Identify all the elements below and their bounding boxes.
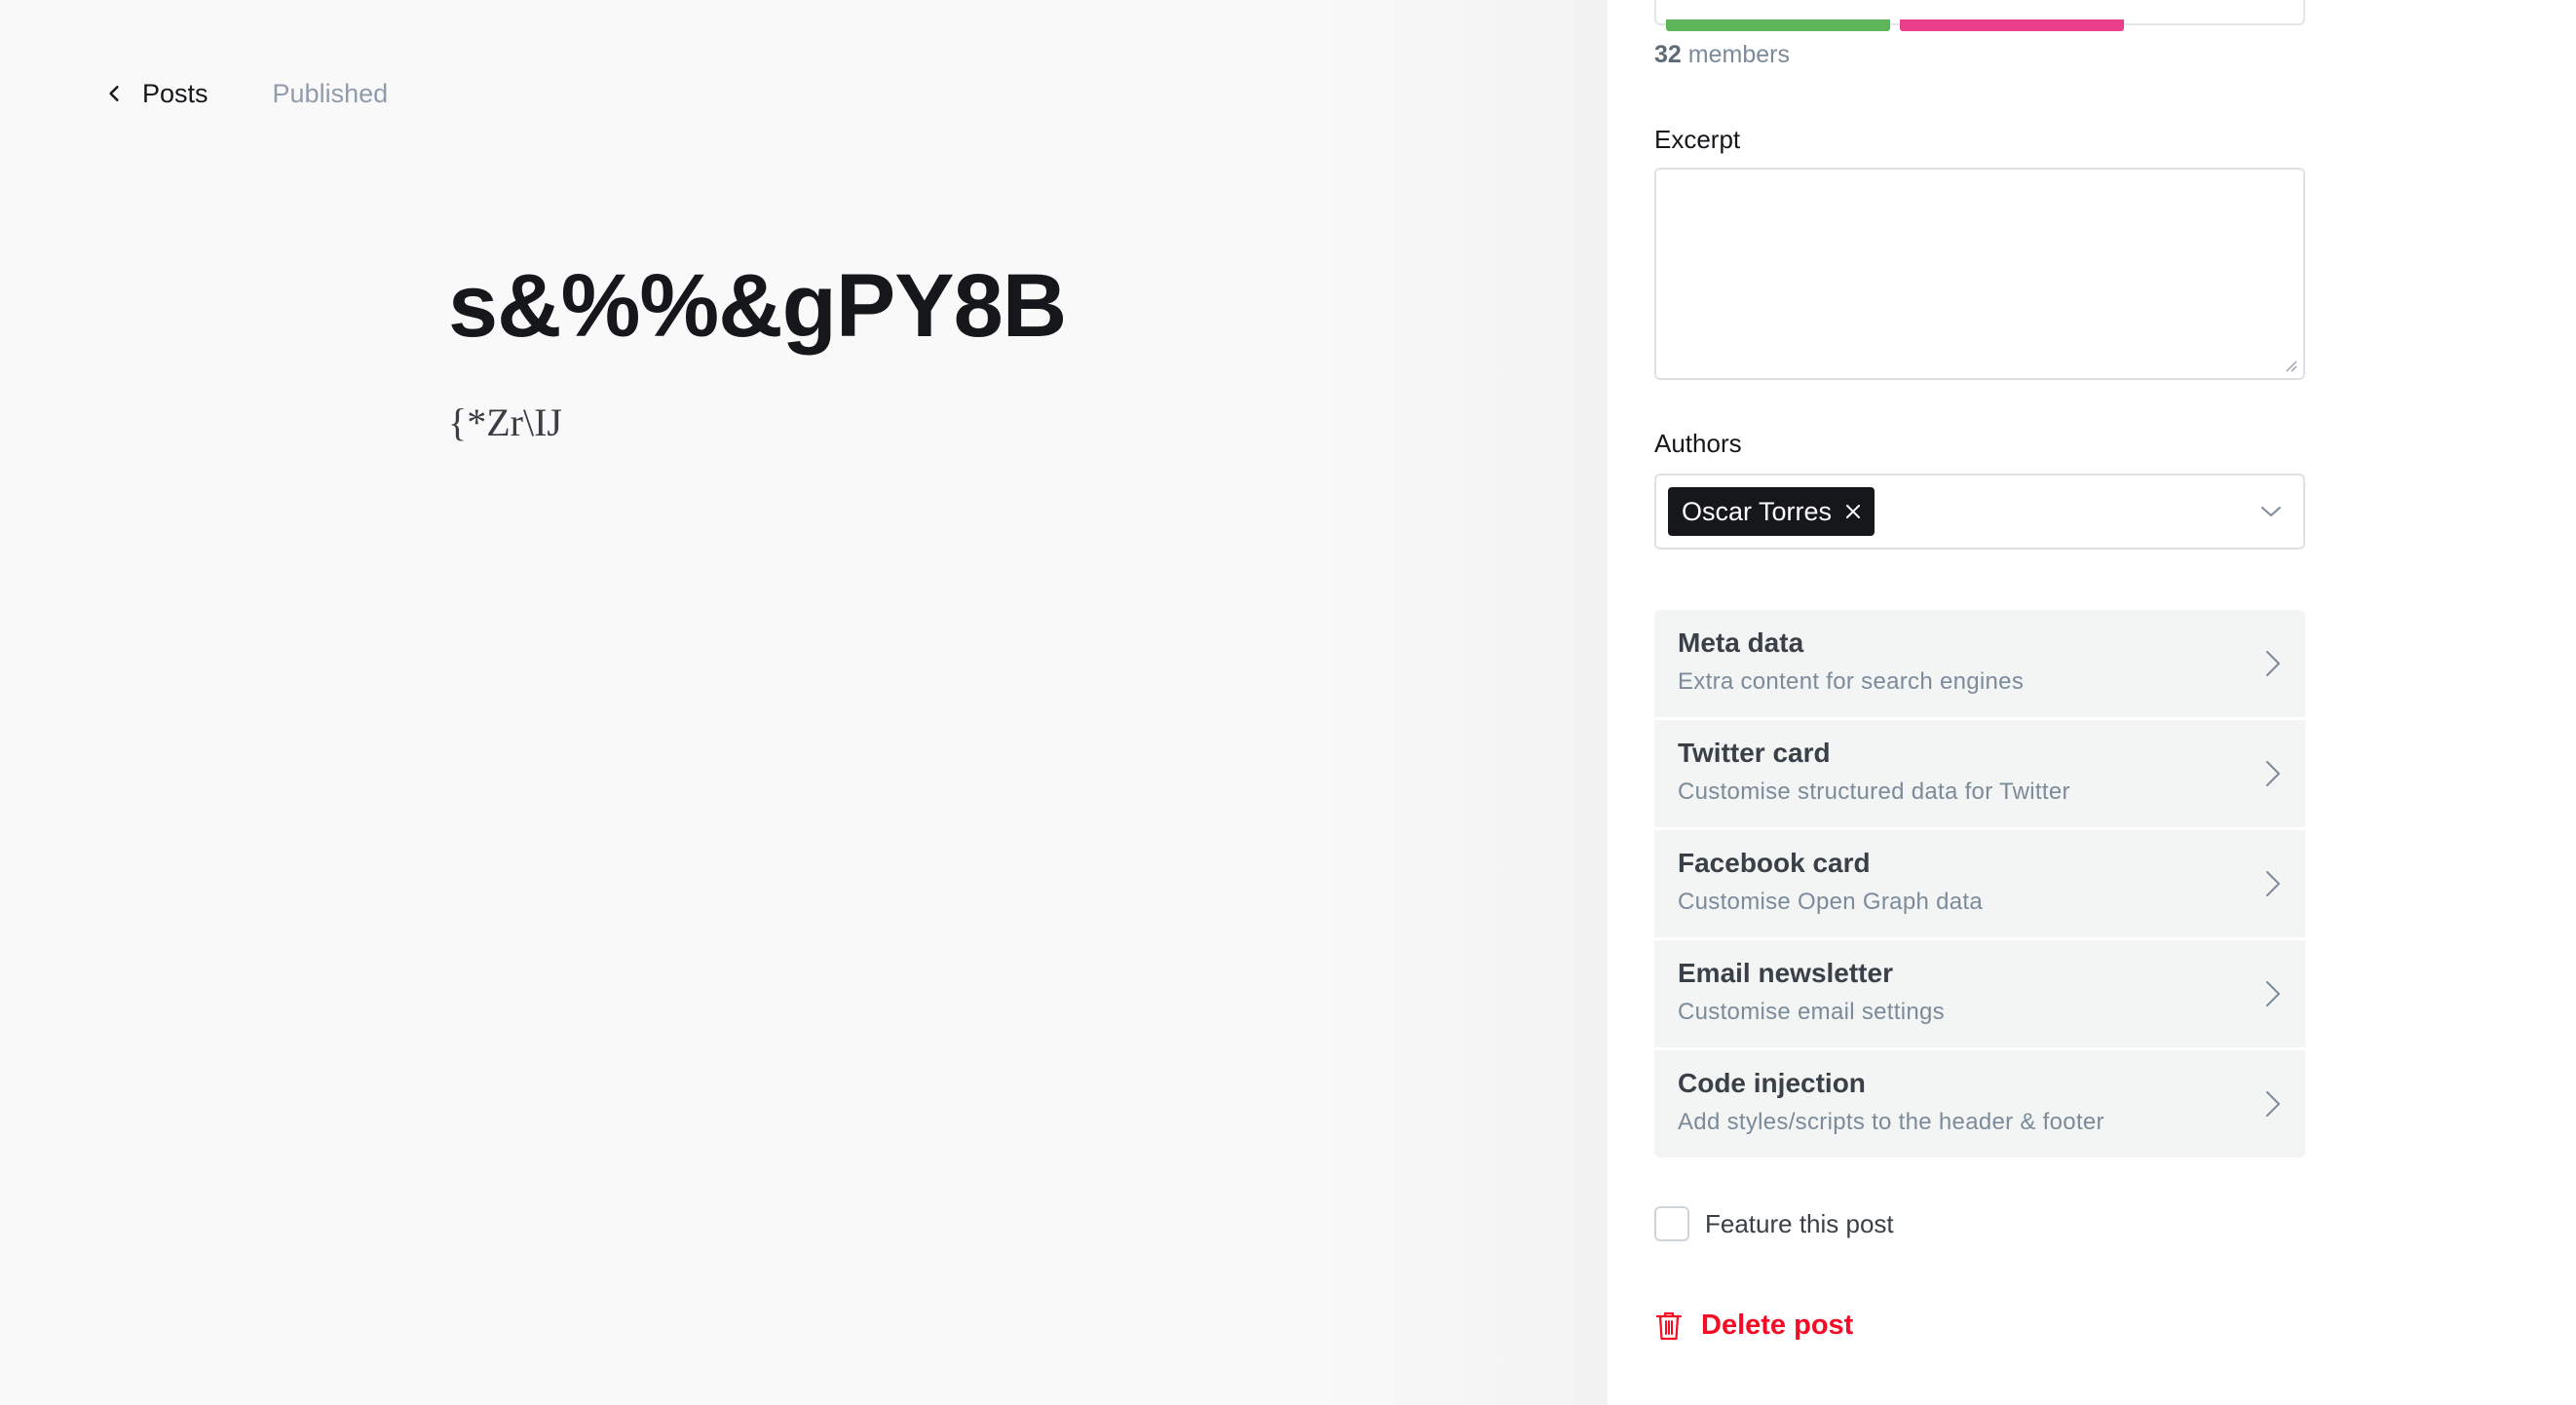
feature-post-label: Feature this post bbox=[1705, 1208, 1894, 1238]
delete-post-button[interactable]: Delete post bbox=[1654, 1310, 1853, 1342]
nav-item-title: Meta data bbox=[1678, 627, 1804, 658]
back-link-label: Posts bbox=[142, 78, 208, 108]
post-title-input[interactable]: s&%%&gPY8B bbox=[448, 255, 1067, 358]
nav-item-subtitle: Customise email settings bbox=[1678, 999, 1945, 1025]
post-body-editor[interactable]: {*Zr\IJ bbox=[448, 399, 562, 445]
nav-item-subtitle: Add styles/scripts to the header & foote… bbox=[1678, 1109, 2104, 1135]
tier-bar-pink bbox=[1900, 19, 2124, 31]
chevron-right-icon bbox=[2266, 651, 2280, 676]
nav-item-subtitle: Extra content for search engines bbox=[1678, 668, 2025, 695]
editor-canvas: Posts Published s&%%&gPY8B {*Zr\IJ bbox=[0, 0, 1608, 1405]
authors-select[interactable]: Oscar Torres bbox=[1654, 474, 2305, 550]
editor-topbar: Posts Published bbox=[105, 74, 388, 113]
chevron-right-icon bbox=[2266, 871, 2280, 896]
back-to-posts-link[interactable]: Posts bbox=[105, 79, 208, 109]
nav-item-subtitle: Customise Open Graph data bbox=[1678, 889, 1983, 915]
close-icon[interactable] bbox=[1845, 504, 1861, 519]
member-count-suffix: members bbox=[1687, 41, 1790, 68]
chevron-right-icon bbox=[2266, 981, 2280, 1006]
nav-item-title: Facebook card bbox=[1678, 848, 1871, 878]
excerpt-label: Excerpt bbox=[1654, 125, 1741, 154]
author-token-label: Oscar Torres bbox=[1682, 496, 1833, 526]
chevron-left-icon bbox=[109, 86, 119, 101]
trash-icon bbox=[1655, 1311, 1683, 1340]
authors-label: Authors bbox=[1654, 429, 1742, 458]
member-count-number: 32 bbox=[1654, 41, 1682, 68]
nav-item-meta-data[interactable]: Meta data Extra content for search engin… bbox=[1654, 610, 2305, 717]
nav-item-code-injection[interactable]: Code injection Add styles/scripts to the… bbox=[1654, 1050, 2305, 1158]
nav-item-subtitle: Customise structured data for Twitter bbox=[1678, 778, 2070, 805]
nav-item-twitter-card[interactable]: Twitter card Customise structured data f… bbox=[1654, 720, 2305, 827]
delete-post-label: Delete post bbox=[1701, 1310, 1854, 1341]
member-count: 32 members bbox=[1654, 41, 1790, 69]
nav-item-title: Email newsletter bbox=[1678, 958, 1893, 988]
nav-item-title: Twitter card bbox=[1678, 738, 1831, 768]
post-status-label: Published bbox=[272, 78, 389, 108]
feature-post-toggle[interactable]: Feature this post bbox=[1654, 1206, 1894, 1241]
nav-item-facebook-card[interactable]: Facebook card Customise Open Graph data bbox=[1654, 830, 2305, 937]
nav-item-email-newsletter[interactable]: Email newsletter Customise email setting… bbox=[1654, 940, 2305, 1047]
post-settings-panel: 32 members Excerpt Authors Oscar Torres … bbox=[1608, 0, 2576, 1405]
feature-post-checkbox[interactable] bbox=[1654, 1206, 1689, 1241]
settings-nav-list: Meta data Extra content for search engin… bbox=[1654, 610, 2305, 1158]
author-token[interactable]: Oscar Torres bbox=[1668, 487, 1875, 536]
resize-handle-icon[interactable] bbox=[2284, 359, 2297, 372]
excerpt-textarea[interactable] bbox=[1654, 168, 2305, 380]
chevron-down-icon[interactable] bbox=[2260, 505, 2282, 518]
chevron-right-icon bbox=[2266, 1091, 2280, 1117]
chevron-right-icon bbox=[2266, 761, 2280, 786]
tier-bar-green bbox=[1666, 19, 1890, 31]
nav-item-title: Code injection bbox=[1678, 1068, 1866, 1098]
